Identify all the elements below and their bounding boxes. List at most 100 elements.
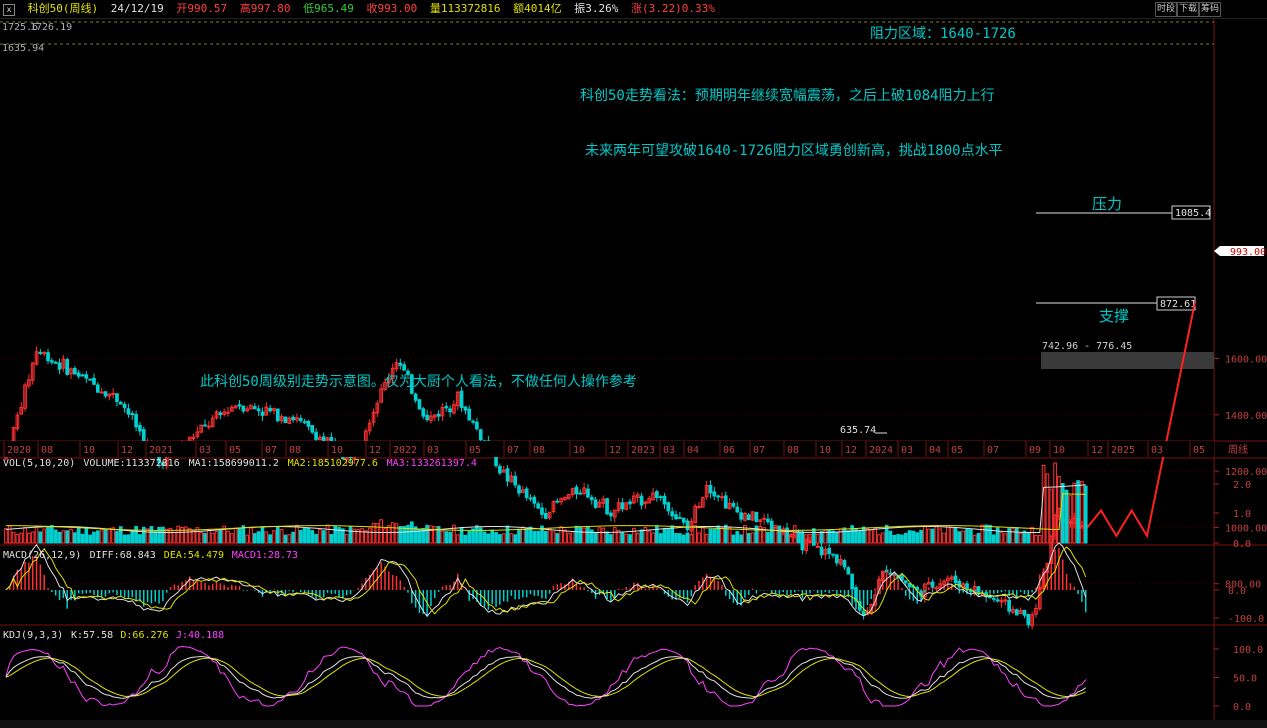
candle-body bbox=[815, 545, 820, 548]
volume-bar bbox=[498, 534, 502, 544]
volume-bar bbox=[543, 530, 548, 544]
close-box-icon[interactable]: x bbox=[3, 4, 15, 16]
candle-body bbox=[524, 488, 529, 498]
candle-body bbox=[766, 518, 770, 523]
candle-body bbox=[965, 583, 969, 590]
chart-canvas[interactable]: 1600.001400.001200.001000.00800.001725.6… bbox=[0, 0, 1267, 728]
candle-body bbox=[283, 416, 288, 423]
x-tick-label: 2022 bbox=[393, 445, 417, 456]
quote-change: 涨(3.22)0.33% bbox=[630, 2, 715, 15]
vol-axis-label: 2.0 bbox=[1233, 480, 1251, 491]
candle-body bbox=[540, 507, 544, 515]
candle-body bbox=[589, 496, 594, 501]
volume-bar bbox=[712, 529, 717, 544]
candle-body bbox=[697, 506, 701, 509]
pressure-value: 1085.4 bbox=[1175, 208, 1211, 219]
volume-bar bbox=[486, 533, 491, 544]
volume-bar bbox=[532, 530, 537, 544]
volume-bar bbox=[1064, 489, 1069, 544]
candle-body bbox=[448, 408, 452, 413]
candle-body bbox=[314, 431, 318, 440]
vol-indicator-label: VOL(5,10,20) bbox=[3, 458, 75, 469]
volume-bar bbox=[494, 531, 498, 544]
volume-bar bbox=[291, 531, 295, 544]
kdj-indicator-label: KDJ(9,3,3) bbox=[3, 630, 63, 641]
volume-bar bbox=[38, 531, 43, 544]
candle-body bbox=[398, 362, 403, 366]
macd-indicator-label: DIFF:68.843 bbox=[90, 550, 156, 561]
candle-body bbox=[126, 408, 131, 415]
volume-bar bbox=[425, 524, 429, 544]
volume-bar bbox=[444, 531, 449, 544]
x-tick-label: 05 bbox=[951, 445, 963, 456]
volume-bar bbox=[991, 534, 996, 544]
candle-body bbox=[995, 599, 1000, 602]
candle-body bbox=[130, 413, 135, 416]
candle-body bbox=[329, 436, 334, 442]
candle-body bbox=[574, 486, 579, 495]
volume-bar bbox=[310, 530, 315, 544]
volume-bar bbox=[605, 531, 609, 544]
candle-body bbox=[256, 408, 261, 412]
volume-bar bbox=[812, 528, 816, 544]
volume-bar bbox=[1026, 532, 1031, 544]
candle-body bbox=[268, 407, 272, 412]
candle-body bbox=[662, 495, 667, 505]
volume-bar bbox=[655, 525, 659, 544]
candle-body bbox=[930, 581, 935, 588]
volume-bar bbox=[819, 531, 824, 544]
candle-body bbox=[425, 414, 429, 421]
volume-bar bbox=[988, 524, 992, 544]
volume-bar bbox=[831, 530, 835, 544]
candle-body bbox=[735, 506, 740, 513]
volume-bar bbox=[126, 534, 131, 544]
candle-body bbox=[536, 503, 541, 509]
volume-bar bbox=[666, 528, 671, 544]
volume-bar bbox=[746, 532, 751, 544]
volume-bar bbox=[275, 526, 280, 544]
candle-body bbox=[716, 495, 720, 498]
period-button[interactable]: 时段 bbox=[1155, 2, 1177, 17]
volume-bar bbox=[161, 526, 165, 544]
kdj-indicator-label: J:40.188 bbox=[176, 630, 224, 641]
volume-bar bbox=[723, 524, 728, 544]
vol-indicator-label: MA1:158699011.2 bbox=[189, 458, 279, 469]
volume-bar bbox=[857, 530, 862, 544]
candle-body bbox=[95, 384, 100, 393]
volume-bar bbox=[149, 526, 154, 544]
volume-bar bbox=[735, 531, 740, 544]
volume-bar bbox=[915, 532, 920, 544]
candle-body bbox=[639, 495, 644, 506]
volume-bar bbox=[130, 530, 135, 544]
volume-bar bbox=[685, 532, 690, 544]
volume-bar bbox=[639, 529, 644, 544]
volume-bar bbox=[609, 534, 613, 544]
candle-body bbox=[80, 374, 85, 377]
volume-bar bbox=[92, 531, 96, 544]
vol-indicator-label: MA2:185102977.6 bbox=[288, 458, 378, 469]
candle-body bbox=[138, 424, 142, 432]
candle-body bbox=[543, 512, 548, 519]
volume-bar bbox=[777, 529, 782, 544]
volume-bar bbox=[157, 526, 161, 544]
kdj-axis-label: 50.0 bbox=[1233, 674, 1257, 685]
x-tick-label: 10 bbox=[331, 445, 343, 456]
volume-bar bbox=[888, 530, 893, 544]
x-tick-label: 2024 bbox=[869, 445, 893, 456]
x-tick-label: 12 bbox=[121, 445, 133, 456]
candle-body bbox=[260, 411, 265, 416]
chips-button[interactable]: 筹码 bbox=[1199, 2, 1221, 17]
volume-bar bbox=[482, 531, 487, 544]
download-button[interactable]: 下载 bbox=[1177, 2, 1199, 17]
candle-body bbox=[953, 575, 958, 584]
candle-body bbox=[513, 475, 518, 486]
x-tick-label: 08 bbox=[41, 445, 53, 456]
candle-body bbox=[609, 512, 613, 517]
candle-body bbox=[720, 496, 724, 499]
x-tick-label: 07 bbox=[507, 445, 519, 456]
candle-body bbox=[991, 597, 996, 600]
macd-indicator-label: MACD(26,12,9) bbox=[3, 550, 81, 561]
volume-bar bbox=[965, 528, 969, 544]
vol-indicator-label: VOLUME:113372816 bbox=[83, 458, 179, 469]
candle-body bbox=[475, 421, 479, 430]
